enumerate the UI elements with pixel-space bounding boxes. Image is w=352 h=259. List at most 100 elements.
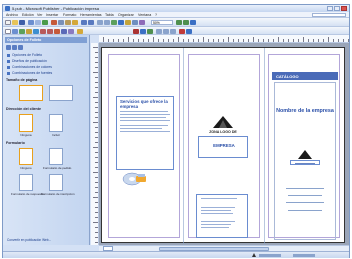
undo-icon[interactable] <box>81 20 87 25</box>
picture-frame-icon[interactable] <box>33 28 39 34</box>
close-button[interactable] <box>341 6 347 11</box>
cover-logo-text[interactable] <box>290 160 320 165</box>
link-font-schemes[interactable]: Combinaciones de fuentes <box>7 71 52 75</box>
zoom-in-icon[interactable] <box>183 20 189 25</box>
page-size-3-panel[interactable] <box>19 85 43 101</box>
align-left-icon[interactable] <box>156 28 162 34</box>
underline-icon[interactable] <box>147 28 153 34</box>
ruler-tick <box>93 122 98 123</box>
autoshapes-icon[interactable] <box>68 28 74 34</box>
arrow-icon[interactable] <box>47 28 53 34</box>
back-icon[interactable] <box>6 45 11 50</box>
form-none-caption: Ninguno <box>20 166 32 170</box>
link-color-schemes[interactable]: Combinaciones de colores <box>7 65 52 69</box>
zoom-out-icon[interactable] <box>176 20 182 25</box>
convert-to-web-link[interactable]: Convertir en publicación Web... <box>7 238 51 242</box>
cut-icon[interactable] <box>51 20 57 25</box>
menu-formato[interactable]: Formato <box>63 13 76 17</box>
oval-icon[interactable] <box>54 28 60 34</box>
ruler-tick <box>93 147 98 148</box>
font-color-icon[interactable] <box>179 28 185 34</box>
italic-icon[interactable] <box>140 28 146 34</box>
services-heading: Servicios que ofrece la empresa <box>120 99 168 109</box>
body-text-line <box>120 111 168 112</box>
bring-to-front-icon[interactable] <box>97 20 103 25</box>
address-block-frame[interactable] <box>196 194 248 238</box>
body-text-line <box>120 125 168 126</box>
page-size-4-panel[interactable] <box>49 85 73 101</box>
link-options[interactable]: Opciones de Folleto <box>7 53 42 57</box>
pan-icon[interactable] <box>132 20 138 25</box>
form-order-option[interactable] <box>49 148 63 165</box>
fill-color-icon[interactable] <box>186 28 192 34</box>
menu-ventana[interactable]: Ventana <box>138 13 151 17</box>
ruler-tick <box>213 39 214 42</box>
objects-toolbar <box>3 27 349 35</box>
forward-icon[interactable] <box>12 45 17 50</box>
form-response-option[interactable] <box>19 174 33 191</box>
send-to-back-icon[interactable] <box>104 20 110 25</box>
print-preview-icon[interactable] <box>35 20 41 25</box>
link-designs[interactable]: Diseños de publicación <box>7 59 47 63</box>
ruler-tick <box>118 39 119 42</box>
design-gallery-icon[interactable] <box>77 28 83 34</box>
address-none-option[interactable] <box>19 114 33 132</box>
menu-edicion[interactable]: Edición <box>22 13 34 17</box>
form-none-option[interactable] <box>19 148 33 165</box>
wordart-icon[interactable] <box>26 28 32 34</box>
table-frame-icon[interactable] <box>19 28 25 34</box>
menu-herramientas[interactable]: Herramientas <box>80 13 102 17</box>
maximize-button[interactable] <box>334 6 340 11</box>
bold-icon[interactable] <box>133 28 139 34</box>
ruler-tick <box>343 39 344 42</box>
rectangle-icon[interactable] <box>61 28 67 34</box>
styles-icon[interactable] <box>139 20 145 25</box>
vertical-ruler <box>91 43 99 245</box>
menu-archivo[interactable]: Archivo <box>6 13 18 17</box>
select-pointer-icon[interactable] <box>5 28 11 34</box>
address-include-option[interactable] <box>49 114 63 132</box>
home-icon[interactable] <box>18 45 23 50</box>
ruler-tick <box>95 92 98 93</box>
align-center-icon[interactable] <box>163 28 169 34</box>
text-box-icon[interactable] <box>12 28 18 34</box>
menu-ver[interactable]: Ver <box>37 13 42 17</box>
line-icon[interactable] <box>40 28 46 34</box>
zoom-select[interactable]: 50% <box>151 20 173 25</box>
paste-icon[interactable] <box>65 20 71 25</box>
menu-ayuda[interactable]: ? <box>155 13 157 17</box>
body-text-line <box>120 114 170 115</box>
help-search-input[interactable] <box>312 13 346 17</box>
align-right-icon[interactable] <box>170 28 176 34</box>
help-icon[interactable] <box>190 20 196 25</box>
form-signup-option[interactable] <box>49 174 63 191</box>
new-icon[interactable] <box>5 20 11 25</box>
ruler-tick <box>95 112 98 113</box>
ruler-tick <box>95 157 98 158</box>
ruler-tick <box>198 39 199 42</box>
menu-insertar[interactable]: Insertar <box>46 13 58 17</box>
spelling-icon[interactable] <box>42 20 48 25</box>
copy-icon[interactable] <box>58 20 64 25</box>
menu-organizar[interactable]: Organizar <box>118 13 134 17</box>
print-icon[interactable] <box>28 20 34 25</box>
logo-frame[interactable]: EMPRESA <box>198 136 248 158</box>
address-include-caption: Incluir <box>51 133 60 137</box>
clipart-image[interactable] <box>122 170 148 186</box>
open-icon[interactable] <box>12 20 18 25</box>
ruler-tick <box>95 132 98 133</box>
insert-hyperlink-icon[interactable] <box>118 20 124 25</box>
logo-company-label: EMPRESA <box>213 143 235 148</box>
format-painter-icon[interactable] <box>72 20 78 25</box>
ruler-tick <box>95 167 98 168</box>
redo-icon[interactable] <box>88 20 94 25</box>
save-icon[interactable] <box>19 20 25 25</box>
menu-tabla[interactable]: Tabla <box>105 13 114 17</box>
insert-table-icon[interactable] <box>111 20 117 25</box>
task-pane-title: Opciones de Folleto <box>5 37 87 43</box>
minimize-button[interactable] <box>327 6 333 11</box>
company-name[interactable]: Nombre de la empresa <box>276 108 334 115</box>
columns-icon[interactable] <box>125 20 131 25</box>
services-text-frame[interactable]: Servicios que ofrece la empresa <box>116 96 174 170</box>
ruler-tick <box>328 37 329 42</box>
